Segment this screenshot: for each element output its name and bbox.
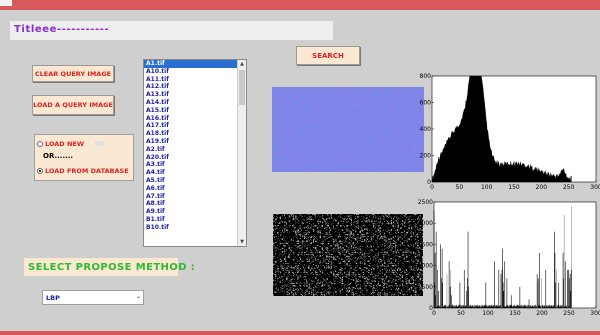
radio-label: LOAD NEW [45,140,84,148]
list-item[interactable]: A2.tif [144,146,238,154]
y-tick-label: 1000 [418,263,433,270]
list-item[interactable]: A10.tif [144,68,238,76]
list-item[interactable]: A6.tif [144,185,238,193]
search-button[interactable]: SEARCH [296,46,360,65]
image-file-list[interactable]: A1.tif A10.tif A11.tif A12.tif A13.tif A14.ti… [143,59,247,247]
bottom-accent-bar [0,331,600,335]
list-item[interactable]: A15.tif [144,107,238,115]
load-query-image-button[interactable]: LOAD A QUERY IMAGE [32,95,114,115]
list-item[interactable]: A13.tif [144,91,238,99]
y-tick-label: 0 [427,179,431,186]
x-tick-label: 200 [536,184,548,191]
lbp-image [273,214,423,296]
scroll-thumb[interactable] [239,70,245,105]
x-tick-label: 300 [590,184,600,191]
list-item[interactable]: A14.tif [144,99,238,107]
scroll-down-icon[interactable]: ▼ [238,238,246,246]
list-item[interactable]: A1.tif [144,60,238,68]
list-item[interactable]: A19.tif [144,138,238,146]
histogram-query: 0 50 100 150 200 250 3000200400600800 [420,73,600,191]
window-corner [0,0,12,6]
y-tick-label: 2500 [418,199,433,206]
y-tick-label: 800 [420,73,432,80]
list-item[interactable]: A4.tif [144,169,238,177]
radio-load-new[interactable]: LOAD NEW [37,140,84,148]
method-select[interactable]: LBP ⌄ [42,290,144,305]
radio-label: LOAD FROM DATABASE [45,167,129,175]
list-item[interactable]: A20.tif [144,154,238,162]
radio-button[interactable] [37,141,43,147]
x-tick-label: 250 [563,310,575,317]
query-image [272,87,424,172]
list-item[interactable]: A17.tif [144,122,238,130]
y-tick-label: 0 [429,305,433,312]
list-item[interactable]: B1.tif [144,216,238,224]
title-panel: Titleee----------- [10,21,333,40]
x-tick-label: 100 [481,184,493,191]
top-accent-bar [0,0,600,10]
y-tick-label: 500 [422,284,434,291]
list-item[interactable]: A18.tif [144,130,238,138]
list-item[interactable]: A3.tif [144,161,238,169]
histogram-lbp: 0 50 100 150 200 250 30005001000150020002500 [418,199,600,317]
list-item[interactable]: A5.tif [144,177,238,185]
x-tick-label: 50 [456,184,464,191]
list-item[interactable]: A11.tif [144,76,238,84]
x-tick-label: 150 [508,184,520,191]
method-select-value: LBP [46,294,60,302]
x-tick-label: 50 [457,310,465,317]
radio-load-from-database[interactable]: LOAD FROM DATABASE [37,167,129,175]
clear-query-image-button[interactable]: CLEAR QUERY IMAGE [32,65,114,82]
list-item[interactable]: A8.tif [144,200,238,208]
file-list-items: A1.tif A10.tif A11.tif A12.tif A13.tif A14.ti… [144,60,238,246]
y-tick-label: 600 [420,100,432,107]
scroll-up-icon[interactable]: ▲ [238,60,246,68]
y-tick-label: 1500 [418,241,433,248]
x-tick-label: 250 [563,184,575,191]
x-tick-label: 100 [482,310,494,317]
load-source-panel: LOAD NEW OR....... LOAD FROM DATABASE [34,134,134,181]
list-item[interactable]: B10.tif [144,224,238,232]
list-item[interactable]: A9.tif [144,208,238,216]
list-scrollbar[interactable]: ▲ ▼ [237,60,246,246]
y-tick-label: 400 [420,126,432,133]
radio-button-selected[interactable] [37,168,43,174]
or-label: OR....... [43,152,74,160]
y-tick-label: 2000 [418,220,433,227]
method-label: SELECT PROPOSE METHOD : [24,258,195,276]
y-tick-label: 200 [420,153,432,160]
x-tick-label: 150 [509,310,521,317]
list-item[interactable]: A7.tif [144,193,238,201]
x-tick-label: 200 [536,310,548,317]
chevron-down-icon: ⌄ [135,293,141,300]
x-tick-label: 300 [590,310,600,317]
list-item[interactable]: A12.tif [144,83,238,91]
load-new-field [95,141,104,146]
list-item[interactable]: A16.tif [144,115,238,123]
page-title: Titleee----------- [14,24,110,35]
